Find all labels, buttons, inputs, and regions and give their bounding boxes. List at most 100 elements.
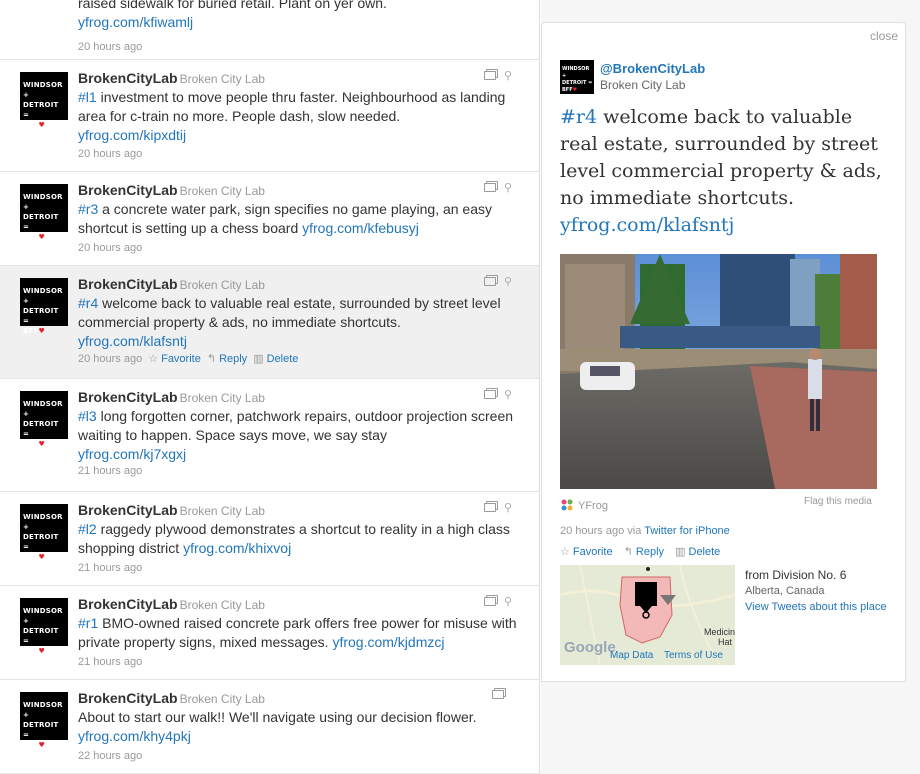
- hashtag-link[interactable]: #r4: [560, 106, 597, 128]
- avatar-line: WINDSOR +: [562, 66, 590, 79]
- author-name[interactable]: BrokenCityLab: [78, 276, 178, 292]
- author-name[interactable]: BrokenCityLab: [78, 389, 178, 405]
- avatar[interactable]: WINDSOR + DETROIT = BFF♥: [20, 391, 68, 448]
- tweet-item[interactable]: WINDSOR + DETROIT = BFF♥ BrokenCityLab Broke…: [0, 492, 539, 586]
- hashtag-link[interactable]: #r4: [78, 295, 98, 311]
- tweet-indicators: ⚲: [483, 595, 512, 608]
- tweet-text: raised sidewalk for buried retail. Plant…: [78, 0, 523, 32]
- flag-media-link[interactable]: Flag this media: [804, 496, 872, 507]
- media-icon: [483, 71, 496, 80]
- map-data-link[interactable]: Map Data: [610, 650, 653, 661]
- delete-button[interactable]: ▥ Delete: [253, 353, 298, 365]
- media-link[interactable]: yfrog.com/klafsntj: [560, 214, 734, 236]
- tweet-timestamp[interactable]: 20 hours ago: [78, 148, 142, 160]
- author-name[interactable]: BrokenCityLab: [78, 70, 178, 86]
- avatar-line: BFF: [23, 327, 39, 335]
- close-button[interactable]: close: [870, 29, 898, 43]
- media-link[interactable]: yfrog.com/kfiwamlj: [78, 14, 193, 30]
- via-label: via: [627, 525, 642, 537]
- heart-icon: ♥: [572, 87, 578, 93]
- avatar[interactable]: WINDSOR + DETROIT = BFF♥: [560, 60, 594, 94]
- avatar[interactable]: WINDSOR + DETROIT = BFF♥: [20, 184, 68, 241]
- tweet-timestamp[interactable]: 22 hours ago: [78, 750, 142, 762]
- avatar[interactable]: WINDSOR + DETROIT = BFF♥: [20, 504, 68, 561]
- client-link[interactable]: Twitter for iPhone: [644, 525, 730, 537]
- heart-icon: ♥: [38, 233, 45, 241]
- hashtag-link[interactable]: #r3: [78, 201, 98, 217]
- avatar[interactable]: WINDSOR + DETROIT = BFF♥: [20, 72, 68, 129]
- avatar-line: WINDSOR +: [23, 513, 63, 531]
- avatar[interactable]: WINDSOR + DETROIT = BFF♥: [20, 278, 68, 335]
- media-link[interactable]: yfrog.com/kj7xgxj: [78, 446, 186, 462]
- media-link[interactable]: yfrog.com/kfebusyj: [302, 220, 419, 236]
- author-name[interactable]: BrokenCityLab: [78, 502, 178, 518]
- tweet-timestamp[interactable]: 21 hours ago: [78, 465, 142, 477]
- map-label: Hat: [718, 637, 733, 647]
- tweet-text-body: BMO-owned raised concrete park offers fr…: [78, 615, 517, 650]
- media-link[interactable]: yfrog.com/kjdmzcj: [332, 634, 444, 650]
- avatar-line: BFF: [23, 741, 39, 749]
- tweet-item[interactable]: WINDSOR + DETROIT = BFF♥ BrokenCityLab Broke…: [0, 266, 539, 379]
- hashtag-link[interactable]: #l3: [78, 408, 97, 424]
- author-name[interactable]: BrokenCityLab: [78, 596, 178, 612]
- detail-time[interactable]: 20 hours ago: [560, 525, 624, 537]
- favorite-label: Favorite: [161, 353, 201, 365]
- media-photo[interactable]: [560, 254, 877, 489]
- heart-icon: ♥: [38, 121, 45, 129]
- favorite-button[interactable]: ☆ Favorite: [148, 353, 201, 365]
- author-handle: Broken City Lab: [179, 72, 265, 86]
- reply-label: Reply: [635, 546, 665, 558]
- place-region: Alberta, Canada: [745, 585, 825, 597]
- avatar-line: BFF: [23, 553, 39, 561]
- place-name: from Division No. 6: [745, 568, 847, 582]
- media-link[interactable]: yfrog.com/klafsntj: [78, 333, 187, 349]
- avatar[interactable]: WINDSOR + DETROIT = BFF♥: [20, 692, 68, 749]
- detail-timestamp: 20 hours ago via Twitter for iPhone: [560, 525, 730, 537]
- delete-button[interactable]: ▥ Delete: [675, 546, 720, 558]
- map-terms-link[interactable]: Terms of Use: [664, 650, 723, 661]
- tweet-meta: 21 hours ago: [78, 656, 142, 668]
- delete-label: Delete: [266, 353, 299, 365]
- media-link[interactable]: yfrog.com/khy4pkj: [78, 728, 191, 744]
- tweet-item[interactable]: WINDSOR + DETROIT = BFF♥ BrokenCityLab Broke…: [0, 586, 539, 680]
- media-link[interactable]: yfrog.com/kipxdtij: [78, 127, 186, 143]
- media-source[interactable]: YFrog: [560, 495, 608, 512]
- tweet-timestamp[interactable]: 20 hours ago: [78, 242, 142, 254]
- hashtag-link[interactable]: #l2: [78, 521, 97, 537]
- tweet-item[interactable]: WINDSOR + DETROIT = BFF♥ BrokenCityLab Broke…: [0, 379, 539, 492]
- reply-button[interactable]: ↰ Reply: [207, 353, 247, 365]
- avatar-line: WINDSOR +: [23, 193, 63, 211]
- tweet-item[interactable]: WINDSOR + DETROIT = BFF♥ BrokenCityLab Broke…: [0, 60, 539, 172]
- tweet-timestamp[interactable]: 21 hours ago: [78, 562, 142, 574]
- tweet-item[interactable]: raised sidewalk for buried retail. Plant…: [0, 0, 539, 60]
- hashtag-link[interactable]: #l1: [78, 89, 97, 105]
- tweet-indicators: ⚲: [483, 69, 512, 82]
- tweet-item[interactable]: WINDSOR + DETROIT = BFF♥ BrokenCityLab Broke…: [0, 680, 539, 774]
- tweet-timestamp[interactable]: 20 hours ago: [78, 353, 142, 365]
- star-icon: ☆: [560, 546, 570, 558]
- tweet-item[interactable]: WINDSOR + DETROIT = BFF♥ BrokenCityLab Broke…: [0, 172, 539, 266]
- reply-button[interactable]: ↰ Reply: [624, 546, 664, 558]
- location-pin-icon: ⚲: [503, 596, 512, 608]
- trash-icon: ▥: [253, 353, 264, 365]
- place-info: from Division No. 6 Alberta, Canada View…: [745, 567, 886, 615]
- tweet-header: BrokenCityLab Broken City Lab: [78, 502, 265, 518]
- avatar[interactable]: WINDSOR + DETROIT = BFF♥: [20, 598, 68, 655]
- view-place-tweets-link[interactable]: View Tweets about this place: [745, 599, 886, 615]
- tweet-meta: 20 hours ago: [78, 242, 142, 254]
- media-link[interactable]: yfrog.com/khixvoj: [183, 540, 291, 556]
- tweet-timestamp[interactable]: 21 hours ago: [78, 656, 142, 668]
- location-pin-icon: ⚲: [503, 276, 512, 288]
- location-map[interactable]: Google Map Data Terms of Use Medicine Ha…: [560, 565, 735, 665]
- author-name[interactable]: BrokenCityLab: [78, 182, 178, 198]
- favorite-button[interactable]: ☆ Favorite: [560, 546, 613, 558]
- detail-actions: ☆ Favorite ↰ Reply ▥ Delete: [560, 545, 728, 558]
- tweet-indicators: ⚲: [483, 501, 512, 514]
- detail-name: Broken City Lab: [600, 78, 686, 92]
- detail-handle-link[interactable]: @BrokenCityLab: [600, 61, 705, 76]
- hashtag-link[interactable]: #r1: [78, 615, 98, 631]
- tweet-meta: 20 hours ago: [78, 41, 142, 53]
- tweet-timestamp[interactable]: 20 hours ago: [78, 41, 142, 53]
- author-handle: Broken City Lab: [179, 391, 265, 405]
- author-name[interactable]: BrokenCityLab: [78, 690, 178, 706]
